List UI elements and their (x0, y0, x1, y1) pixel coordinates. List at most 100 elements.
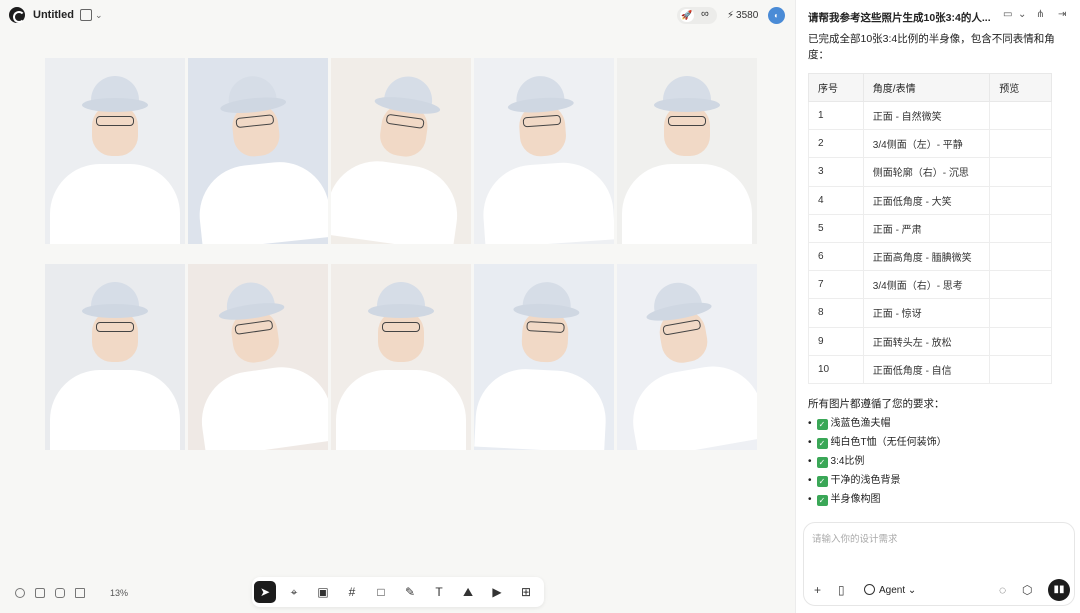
row-index: 10 (808, 354, 864, 384)
table-row: 8 正面 - 惊讶 (808, 298, 1052, 328)
add-icon[interactable]: + (814, 583, 821, 597)
hat-brim (654, 98, 720, 112)
table-row: 4 正面低角度 - 大笑 (808, 185, 1052, 215)
generated-photo[interactable] (188, 58, 328, 244)
row-preview (989, 157, 1052, 187)
select-tool[interactable]: ➤ (254, 581, 276, 603)
history-icon[interactable]: ▭ (1003, 9, 1012, 20)
assistant-message: 已完成全部10张3:4比例的半身像，包含不同表情和角度： (808, 33, 1055, 61)
rectangle-tool[interactable]: □ (370, 581, 392, 603)
white-tshirt (480, 159, 614, 244)
generated-photo[interactable] (45, 58, 185, 244)
row-angle: 正面 - 惊讶 (862, 298, 991, 328)
frame-tool[interactable]: # (341, 581, 363, 603)
white-tshirt (194, 157, 328, 244)
generated-photo[interactable] (617, 264, 757, 450)
book-icon[interactable]: ▯ (838, 583, 845, 597)
table-row: 3 侧面轮廓（右）- 沉思 (808, 157, 1052, 187)
row-angle: 正面低角度 - 自信 (862, 354, 991, 384)
credits-counter[interactable]: ⚡ 3580 (727, 10, 758, 21)
list-item: ✓干净的浅色背景 (808, 473, 947, 492)
image-tool[interactable]: ▣ (312, 581, 334, 603)
checkmark-icon: ✓ (816, 457, 828, 468)
chat-title: 请帮我参考这些照片生成10张3:4的人... (808, 12, 991, 24)
circle-icon[interactable] (15, 588, 25, 598)
generated-photo[interactable] (188, 264, 328, 450)
generated-photo[interactable] (331, 58, 471, 244)
hat-brim (368, 304, 434, 318)
bottom-toolbar: ➤ ⌖ ▣ # □ ✎ T ⛰ ▶ ⊞ (252, 577, 544, 607)
cube-icon[interactable]: ⬡ (1022, 583, 1032, 597)
white-tshirt (625, 358, 757, 450)
row-angle: 正面转头左 - 放松 (862, 326, 991, 356)
app-logo-icon[interactable] (9, 7, 25, 23)
add-frame-tool[interactable]: ⊞ (515, 581, 537, 603)
agent-selector[interactable]: Agent ⌄ (864, 584, 916, 596)
hat-brim (82, 98, 148, 112)
canvas-area[interactable]: Untitled ⌄ 🚀 ∞ ⚡ 3580 ◐ 13% ➤ ⌖ ▣ # □ ✎ T ⛰ ▶ ⊞ (0, 0, 795, 613)
row-preview (989, 326, 1052, 356)
rocket-icon[interactable]: 🚀 (680, 9, 694, 22)
bolt-icon: ⚡ (727, 10, 735, 21)
voice-input-icon[interactable]: ▮▮ (1048, 579, 1070, 601)
list-item: ✓3:4比例 (808, 454, 947, 473)
chevron-down-icon[interactable]: ⌄ (1018, 9, 1026, 20)
requirement-text: 纯白色T恤（无任何装饰） (830, 437, 947, 448)
infinity-icon[interactable]: ∞ (701, 8, 709, 20)
requirement-text: 半身像构图 (830, 494, 881, 505)
list-item: ✓半身像构图 (808, 492, 947, 511)
lightbulb-icon[interactable]: ◌ (999, 583, 1006, 597)
gallery-icon[interactable] (75, 588, 85, 598)
pen-tool[interactable]: ✎ (399, 581, 421, 603)
assets-icon[interactable] (55, 588, 65, 598)
row-angle: 正面低角度 - 大笑 (862, 185, 991, 215)
row-angle: 正面 - 自然微笑 (862, 100, 991, 131)
white-tshirt (331, 154, 464, 244)
table-row: 7 3/4侧面（右）- 思考 (808, 270, 1052, 300)
table-row: 9 正面转头左 - 放松 (808, 326, 1052, 356)
checkmark-icon: ✓ (816, 438, 828, 449)
avatar[interactable]: ◐ (768, 7, 785, 24)
chevron-down-icon[interactable]: ⌄ (95, 10, 103, 21)
mode-toggle[interactable]: 🚀 ∞ (677, 7, 717, 24)
generated-photo[interactable] (331, 264, 471, 450)
checkmark-icon: ✓ (816, 495, 828, 506)
row-preview (989, 100, 1052, 131)
pin-tool[interactable]: ⌖ (283, 581, 305, 603)
glasses (382, 322, 420, 332)
white-tshirt (195, 360, 328, 450)
text-tool[interactable]: T (428, 581, 450, 603)
generated-photo[interactable] (617, 58, 757, 244)
row-index: 1 (808, 100, 864, 131)
white-tshirt (336, 370, 466, 450)
row-angle: 侧面轮廓（右）- 沉思 (862, 157, 991, 187)
image-gen-tool[interactable]: ⛰ (457, 581, 479, 603)
file-menu-icon[interactable] (80, 9, 92, 21)
list-item: ✓浅蓝色渔夫帽 (808, 416, 947, 435)
requirement-text: 浅蓝色渔夫帽 (830, 418, 891, 429)
agent-icon (864, 584, 875, 595)
row-preview (989, 241, 1052, 272)
row-index: 4 (808, 185, 864, 215)
white-tshirt (50, 164, 180, 244)
layers-icon[interactable] (35, 588, 45, 598)
generated-photo[interactable] (474, 58, 614, 244)
requirements-title: 所有图片都遵循了您的要求： (808, 398, 945, 410)
row-angle: 3/4侧面（左）- 平静 (862, 129, 991, 159)
collapse-panel-icon[interactable]: ⇥ (1058, 9, 1066, 20)
white-tshirt (622, 164, 752, 244)
video-gen-tool[interactable]: ▶ (486, 581, 508, 603)
row-preview (989, 213, 1052, 243)
chat-input[interactable] (812, 531, 1067, 561)
row-index: 5 (808, 213, 864, 243)
share-icon[interactable]: ⋔ (1036, 9, 1044, 20)
row-index: 7 (808, 270, 864, 300)
row-preview (989, 129, 1052, 159)
document-title[interactable]: Untitled (33, 9, 74, 21)
table-row: 2 3/4侧面（左）- 平静 (808, 129, 1052, 159)
checkmark-icon: ✓ (816, 476, 828, 487)
generated-photo[interactable] (474, 264, 614, 450)
generated-photo[interactable] (45, 264, 185, 450)
glasses (96, 322, 134, 332)
zoom-level[interactable]: 13% (110, 588, 128, 598)
